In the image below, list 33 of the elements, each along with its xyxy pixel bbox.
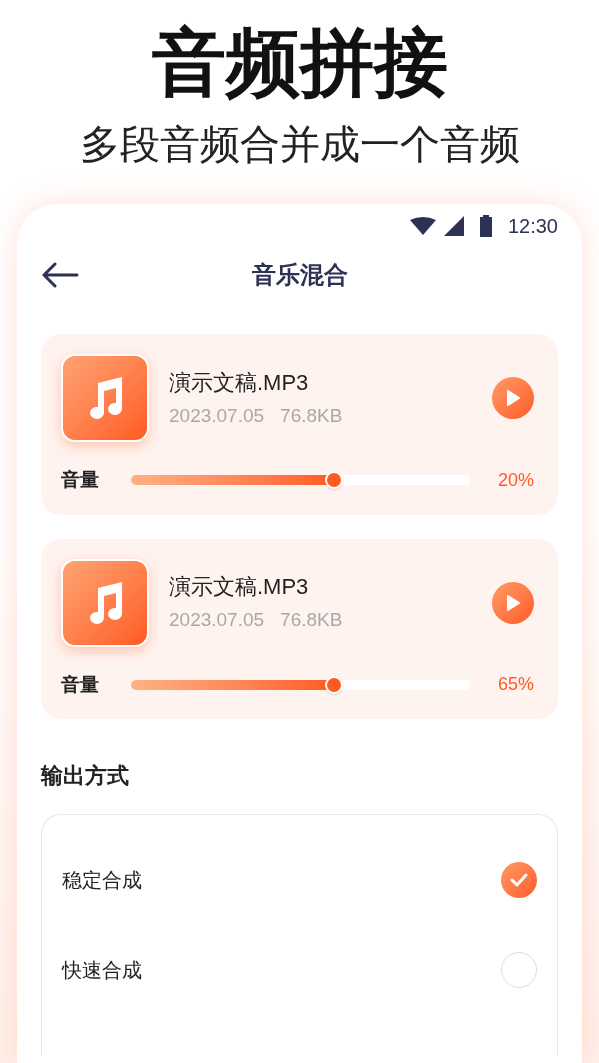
slider-thumb[interactable] (325, 471, 344, 490)
signal-icon (443, 216, 464, 236)
file-size: 76.8KB (280, 610, 343, 629)
file-name: 演示文稿.MP3 (169, 371, 310, 394)
volume-label: 音量 (61, 672, 100, 697)
option-label: 快速合成 (62, 958, 142, 983)
play-icon (506, 594, 520, 611)
file-date: 2023.07.05 (169, 610, 265, 629)
radio-button[interactable] (501, 952, 537, 988)
volume-percent: 65% (496, 673, 534, 697)
file-name: 演示文稿.MP3 (169, 576, 310, 598)
option-label: 稳定合成 (62, 868, 142, 893)
play-button[interactable] (492, 377, 534, 419)
battery-icon (479, 215, 492, 237)
volume-label: 音量 (61, 468, 100, 492)
headline: 音频拼接 (151, 26, 448, 100)
page-title: 音乐混合 (251, 260, 348, 290)
section-title: 输出方式 (41, 762, 130, 790)
file-date: 2023.07.05 (169, 405, 265, 425)
check-icon (510, 873, 528, 887)
volume-percent: 20% (496, 468, 534, 492)
back-button[interactable] (41, 262, 79, 288)
file-size: 76.8KB (280, 405, 343, 425)
back-arrow-icon (41, 262, 79, 288)
output-option[interactable]: 稳定合成 (62, 835, 537, 925)
play-button[interactable] (492, 581, 534, 624)
play-icon (506, 390, 520, 406)
slider-thumb[interactable] (325, 675, 344, 694)
wifi-icon (409, 217, 436, 235)
output-option[interactable]: 快速合成 (62, 925, 537, 1015)
radio-button[interactable] (501, 862, 537, 898)
subtitle: 多段音频合并成一个音频 (79, 124, 520, 164)
clock: 12:30 (507, 214, 558, 239)
